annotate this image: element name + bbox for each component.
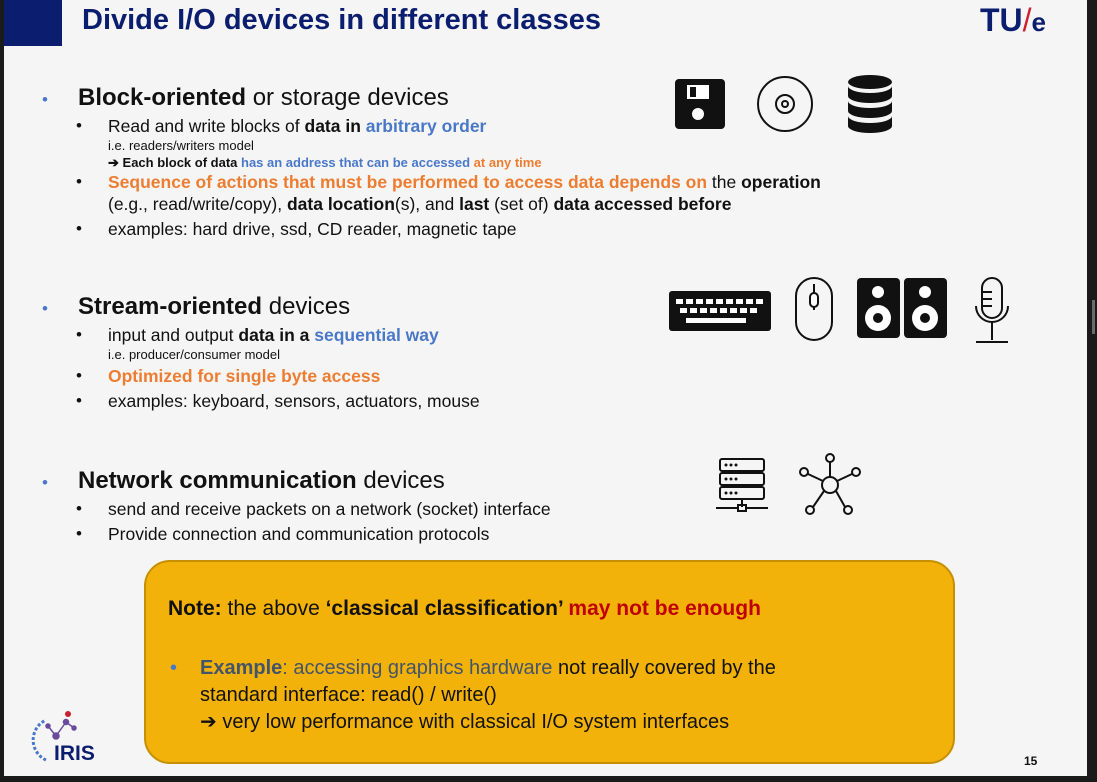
network-heading: • Network communication devices: [42, 467, 445, 494]
stream-section: • Stream-oriented devices • input and outp…: [42, 293, 480, 412]
mouse-icon: [795, 277, 833, 341]
block-model-note: i.e. readers/writers model: [108, 138, 254, 153]
microphone-icon: [975, 277, 1009, 343]
page-number: 15: [1024, 754, 1038, 768]
slide: Divide I/O devices in different classes …: [4, 0, 1087, 776]
note-heading: Note: the above ‘classical classificatio…: [168, 597, 761, 620]
title-accent-bar: [4, 0, 62, 46]
block-bullet-2-line-2: (e.g., read/write/copy), data location(s…: [108, 194, 732, 214]
scrollbar-thumb[interactable]: [1092, 300, 1095, 334]
svg-text:IRIS: IRIS: [54, 742, 95, 764]
database-icon: [848, 75, 892, 133]
network-bullet-1: • send and receive packets on a network (…: [76, 499, 551, 519]
stream-bullet-1: • input and output data in a sequential w…: [76, 325, 439, 345]
network-bullet-2: • Provide connection and communication pr…: [76, 524, 490, 544]
block-bullet-3: • examples: hard drive, ssd, CD reader, m…: [76, 219, 517, 239]
block-bullet-2: • Sequence of actions that must be perfor…: [76, 172, 821, 192]
stream-bullet-2: • Optimized for single byte access: [76, 366, 381, 386]
cd-icon: [757, 76, 813, 132]
note-callout: Note: the above ‘classical classificatio…: [144, 560, 955, 764]
window-scrollbar[interactable]: [1087, 0, 1097, 782]
stream-heading: • Stream-oriented devices: [42, 293, 351, 320]
stream-model-note: i.e. producer/consumer model: [108, 347, 280, 362]
network-section: • Network communication devices • send and…: [42, 467, 551, 545]
stream-bullet-3: • examples: keyboard, sensors, actuators,…: [76, 391, 480, 411]
network-hub-icon: [799, 453, 861, 515]
speakers-icon: [857, 278, 947, 338]
tue-logo: TU/e: [980, 2, 1047, 38]
note-example: • Example: accessing graphics hardware n…: [170, 657, 776, 733]
slide-title: Divide I/O devices in different classes: [82, 4, 601, 36]
block-address-note: ➔ Each block of data has an address that…: [108, 155, 542, 170]
server-icon: [716, 458, 768, 512]
floppy-disk-icon: [675, 79, 725, 129]
keyboard-icon: [669, 291, 771, 331]
iris-logo: IRIS: [31, 711, 95, 764]
